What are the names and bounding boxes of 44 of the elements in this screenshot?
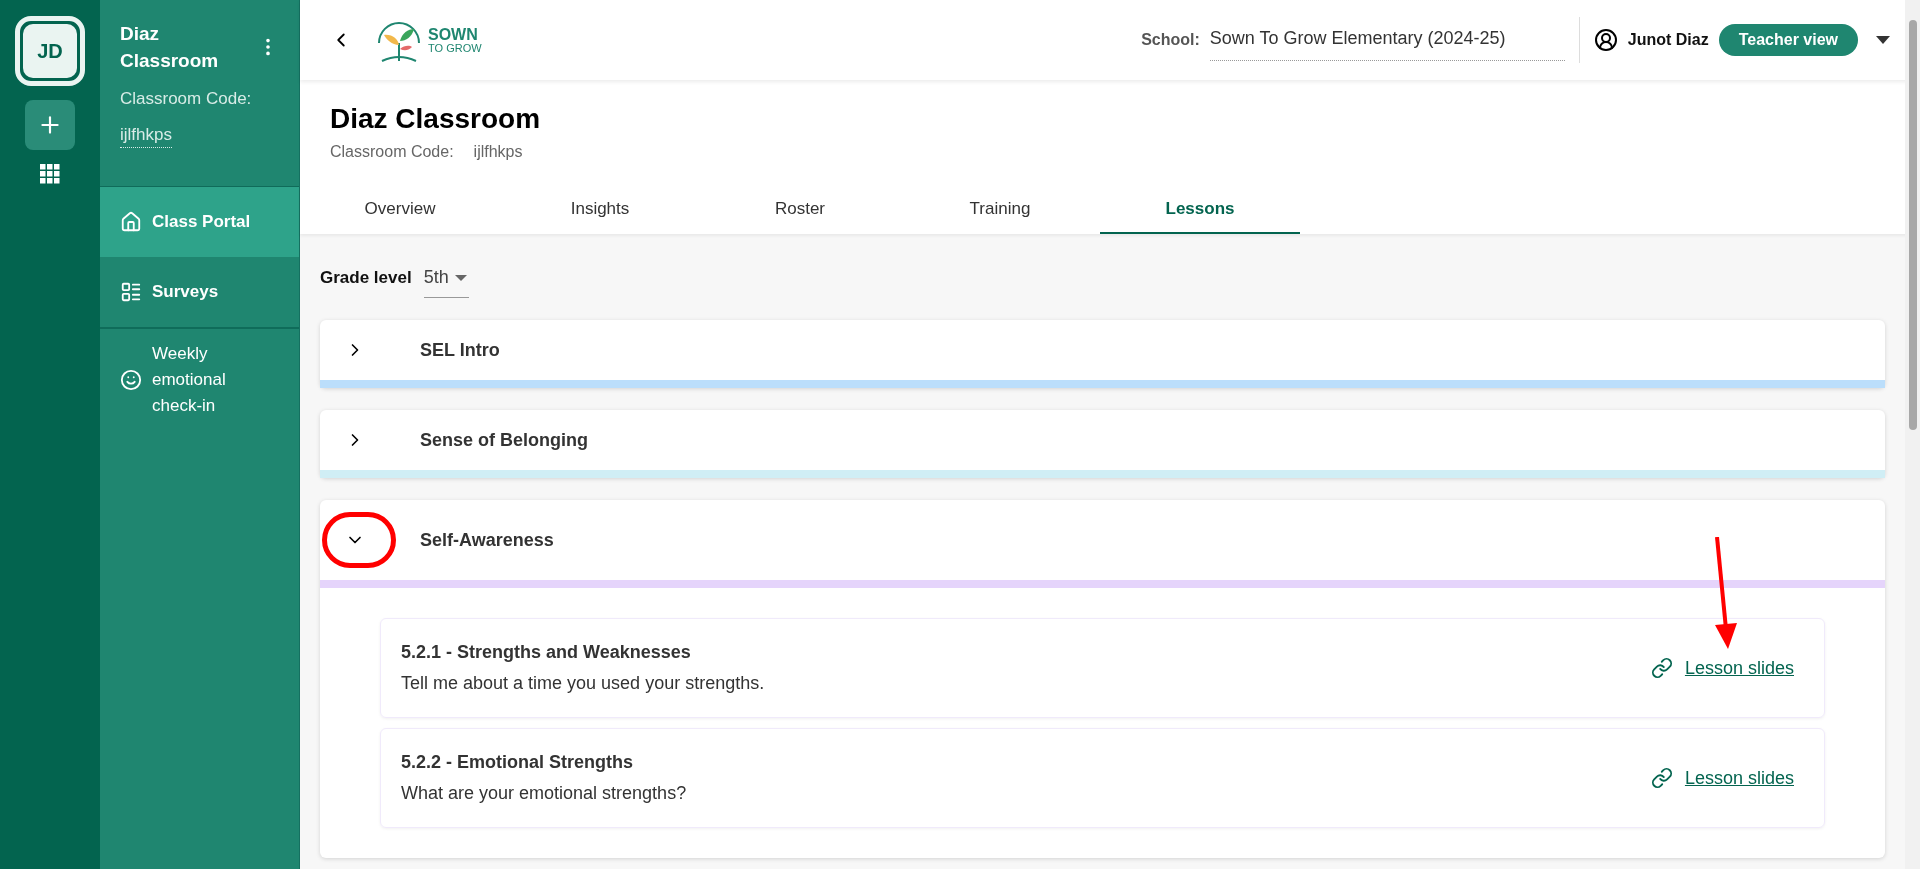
classroom-code-label: Classroom Code: (330, 142, 454, 162)
sidebar-item[interactable]: Surveys (100, 257, 299, 327)
tab[interactable]: Overview (300, 186, 500, 234)
lesson-slides-link[interactable]: Lesson slides (1684, 654, 1794, 682)
lesson-slides-link[interactable]: Lesson slides (1684, 764, 1794, 792)
section-title: SEL Intro (420, 338, 500, 362)
classroom-name: Diaz Classroom (120, 22, 220, 73)
school-select[interactable]: Sown To Grow Elementary (2024-25) (1209, 19, 1565, 61)
caret-icon (454, 274, 467, 281)
lesson-prompt: Tell me about a time you used your strengths. (401, 672, 765, 695)
lesson-prompt: What are your emotional strengths? (401, 782, 687, 805)
classroom-code-label: Classroom Code: (120, 88, 253, 110)
logo[interactable]: SOWN TO GROW (374, 17, 482, 63)
home-icon (120, 211, 142, 233)
tab[interactable]: Training (900, 186, 1100, 234)
lesson-title: 5.2.1 - Strengths and Weaknesses (401, 641, 692, 664)
sidebar-item[interactable]: Weekly emotional check-in (100, 327, 299, 431)
grade-level-label: Grade level (320, 267, 412, 290)
tab[interactable]: Lessons (1100, 186, 1300, 234)
scroll-thumb[interactable] (1908, 20, 1917, 430)
teacher-view-button[interactable]: Teacher view (1718, 24, 1858, 56)
tab[interactable]: Roster (700, 186, 900, 234)
section-title: Sense of Belonging (420, 428, 588, 452)
apps-grid-icon[interactable] (40, 164, 60, 184)
link-icon (1650, 767, 1673, 789)
logo-tagline: TO GROW (428, 42, 482, 54)
list-icon (120, 281, 142, 303)
page-title: Diaz Classroom (330, 102, 542, 136)
section-title: Self-Awareness (420, 528, 554, 552)
classroom-code: ijlfhkps (473, 142, 523, 162)
user-icon[interactable] (1593, 28, 1618, 52)
user-name: Junot Diaz (1627, 30, 1709, 50)
avatar-initials: JD (23, 24, 77, 78)
smiley-icon (120, 369, 142, 391)
link-icon (1650, 657, 1673, 679)
avatar-button[interactable]: JD (15, 16, 85, 86)
caret-icon[interactable] (1876, 36, 1890, 44)
lesson-title: 5.2.2 - Emotional Strengths (401, 751, 635, 774)
logo-wordmark: SOWN (428, 26, 479, 43)
add-button[interactable] (25, 100, 75, 150)
tab[interactable]: Insights (500, 186, 700, 234)
school-label: School: (1141, 30, 1200, 50)
grade-select[interactable]: 5th (423, 258, 469, 298)
classroom-code-link[interactable]: ijlfhkps (120, 121, 172, 148)
